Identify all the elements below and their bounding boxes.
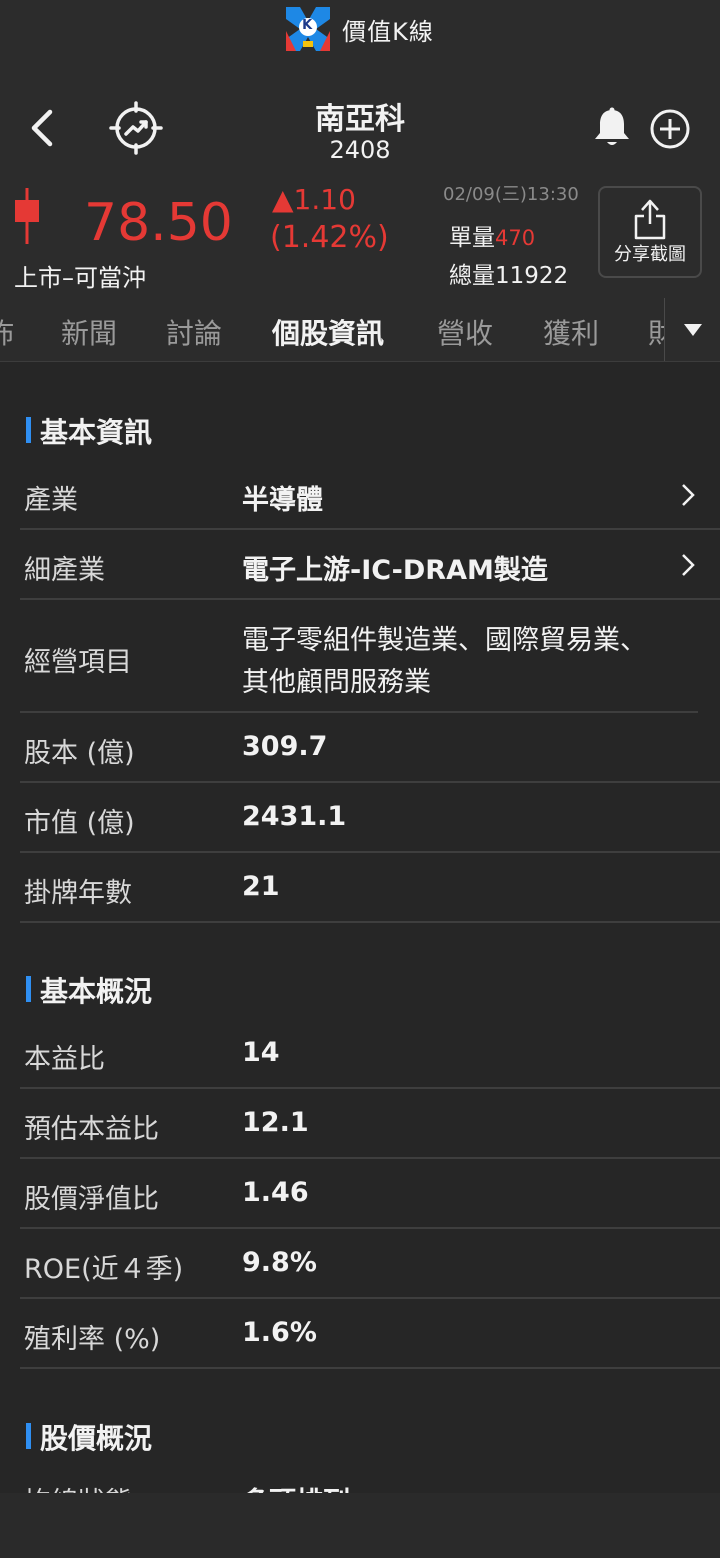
dropdown-triangle-icon [683,324,702,336]
section-tabs: 佈 新聞 討論 個股資訊 營收 獲利 財 [0,298,720,362]
row-value: 1.46 [242,1177,309,1208]
row-value: 309.7 [242,731,328,762]
row-label: 殖利率 (%) [24,1324,161,1355]
row-value: 電子上游-IC-DRAM製造 [242,555,548,586]
row-value: 12.1 [242,1107,309,1138]
row-value: 14 [242,1037,280,1068]
section-title-price-overview: 股價概況 [26,1417,152,1457]
stock-header: 南亞科 2408 78.50 ▲1.10 (1.42%) 上市–可當沖 02/0… [0,58,720,298]
row-label: 產業 [24,485,78,516]
market-type: 上市–可當沖 [14,264,146,292]
row-market-cap: 市值 (億) 2431.1 [20,783,720,853]
row-label: 市值 (億) [24,808,135,839]
chevron-right-icon [682,554,695,576]
row-label: ROE(近４季) [24,1254,184,1285]
row-roe: ROE(近４季) 9.8% [20,1229,720,1299]
section-title-overview: 基本概況 [26,970,152,1010]
row-label: 股本 (億) [24,738,135,769]
add-watchlist-icon[interactable] [649,108,691,150]
row-value: 21 [242,871,280,902]
section-title-basic-info: 基本資訊 [26,411,152,451]
row-label: 預估本益比 [24,1114,159,1145]
chevron-right-icon [682,484,695,506]
price-change: ▲1.10 [272,183,356,216]
row-value-line2: 其他顧問服務業 [242,667,431,698]
tab-announcement[interactable]: 佈 [0,312,14,352]
single-volume-value: 470 [495,226,536,250]
row-listed-years: 掛牌年數 21 [20,853,720,923]
row-pb-ratio: 股價淨值比 1.46 [20,1159,720,1229]
tab-profit[interactable]: 獲利 [543,312,599,352]
row-capital: 股本 (億) 309.7 [20,713,720,783]
single-volume: 單量470 [449,218,535,252]
app-logo-letter: K [302,18,313,33]
row-label: 股價淨值比 [24,1184,159,1215]
total-volume: 總量11922 [449,263,569,289]
share-screenshot-button[interactable]: 分享截圖 [598,186,702,278]
app-title-bar: K 價值K線 [0,0,720,58]
row-business-items: 經營項目 電子零組件製造業、國際貿易業、 其他顧問服務業 [20,600,698,713]
stock-info-content[interactable]: 基本資訊 產業 半導體 細產業 電子上游-IC-DRAM製造 經營項目 電子零組… [0,363,720,1493]
row-label: 細產業 [24,555,105,586]
row-label: 均線狀態 [24,1480,132,1493]
row-label: 掛牌年數 [24,878,132,909]
tabs-dropdown-button[interactable] [664,298,720,361]
bell-icon[interactable] [590,106,634,150]
candlestick-icon [12,188,42,244]
tab-discussion[interactable]: 討論 [166,312,222,352]
tab-revenue[interactable]: 營收 [437,312,493,352]
single-volume-label: 單量 [449,225,495,251]
tab-news[interactable]: 新聞 [61,312,117,352]
row-pe-ratio: 本益比 14 [20,1019,720,1089]
tab-stock-info[interactable]: 個股資訊 [272,312,384,352]
bottom-bar [0,1493,720,1558]
price-change-percent: (1.42%) [270,220,389,255]
row-ma-status: 均線狀態 多頭排列 [20,1466,720,1493]
row-value: 半導體 [242,485,323,516]
row-industry[interactable]: 產業 半導體 [20,460,720,530]
row-value: 2431.1 [242,801,347,832]
row-value: 多頭排列 [242,1480,350,1493]
app-title: 價值K線 [342,17,434,46]
row-label: 經營項目 [24,647,132,678]
row-value: 9.8% [242,1247,317,1278]
stock-price: 78.50 [84,193,233,253]
quote-timestamp: 02/09(三)13:30 [443,184,579,205]
row-forward-pe: 預估本益比 12.1 [20,1089,720,1159]
row-dividend-yield: 殖利率 (%) 1.6% [20,1299,720,1369]
share-icon [634,199,666,240]
row-value-line1: 電子零組件製造業、國際貿易業、 [242,625,647,656]
row-label: 本益比 [24,1044,105,1075]
row-sub-industry[interactable]: 細產業 電子上游-IC-DRAM製造 [20,530,720,600]
app-logo-icon: K [286,7,331,51]
row-value: 1.6% [242,1317,317,1348]
share-button-label: 分享截圖 [614,244,686,265]
